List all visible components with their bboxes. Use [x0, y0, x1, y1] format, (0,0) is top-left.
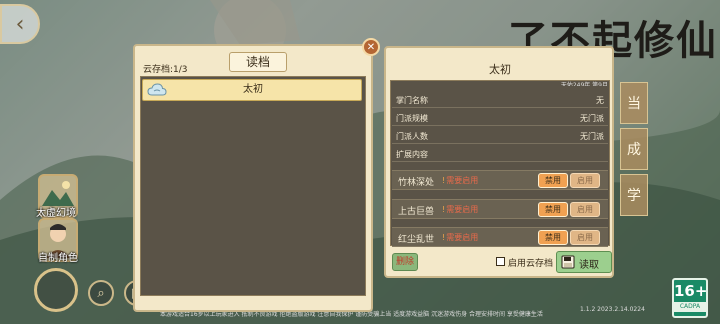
- save-slot[interactable]: 太初: [142, 79, 362, 101]
- info-key: 门派人数: [396, 132, 428, 141]
- extension-warning: !需要启用: [442, 204, 478, 215]
- tab-right-2[interactable]: 成: [620, 128, 648, 170]
- info-row-members: 门派人数 无门派: [392, 128, 608, 144]
- delete-button[interactable]: 删除: [392, 253, 418, 271]
- close-button[interactable]: ✕: [362, 38, 380, 56]
- info-row-leader: 掌门名称 无: [392, 92, 608, 108]
- extension-name: 竹林深处: [398, 178, 435, 188]
- cloud-save-checkbox[interactable]: [496, 257, 505, 266]
- tab-right-3[interactable]: 学: [620, 174, 648, 216]
- tab-right-1[interactable]: 当: [620, 82, 648, 124]
- warning-icon: !: [442, 233, 446, 242]
- load-button[interactable]: 读取: [556, 251, 612, 273]
- info-value: 无门派: [580, 132, 604, 141]
- info-row-scale: 门派规模 无门派: [392, 110, 608, 126]
- extension-row: 竹林深处 !需要启用 禁用 启用: [392, 170, 608, 190]
- load-button-label: 读取: [579, 260, 599, 271]
- cloud-save-count: 云存档:1/3: [143, 65, 188, 75]
- back-button[interactable]: ‹: [0, 4, 40, 44]
- save-slot-name: 太初: [243, 84, 263, 95]
- age-rating-badge: 16+ CADPA: [672, 278, 708, 318]
- info-value: 无: [596, 96, 604, 105]
- cloud-save-label: 启用云存档: [508, 259, 554, 269]
- warning-icon: !: [442, 205, 446, 214]
- disable-button[interactable]: 禁用: [538, 173, 568, 188]
- extension-row: 红尘乱世 !需要启用 禁用 启用: [392, 227, 608, 247]
- dialog-title: 读档: [229, 52, 287, 72]
- extension-warning: !需要启用: [442, 175, 478, 186]
- enable-button[interactable]: 启用: [570, 202, 600, 217]
- extension-row: 上古巨兽 !需要启用 禁用 启用: [392, 199, 608, 219]
- avatar[interactable]: [34, 268, 78, 312]
- chevron-left-icon: ‹: [15, 11, 25, 37]
- info-row-extensions: 扩展内容: [392, 146, 608, 162]
- disable-button[interactable]: 禁用: [538, 202, 568, 217]
- enable-button[interactable]: 启用: [570, 230, 600, 245]
- detail-cropped-row: 天佑249年 第9月: [560, 82, 608, 86]
- detail-title: 太初: [489, 63, 511, 76]
- extension-name: 红尘乱世: [398, 235, 435, 245]
- age-rating: 16+: [674, 282, 708, 300]
- extension-name: 上古巨兽: [398, 207, 435, 217]
- info-value: 无门派: [580, 114, 604, 123]
- extension-warning-text: 需要启用: [446, 205, 479, 214]
- warning-icon: !: [442, 176, 446, 185]
- extension-warning-text: 需要启用: [446, 233, 479, 242]
- info-key: 掌门名称: [396, 96, 428, 105]
- enable-button[interactable]: 启用: [570, 173, 600, 188]
- info-key: 扩展内容: [396, 150, 428, 159]
- age-rating-text: CADPA: [674, 302, 706, 312]
- close-icon: ✕: [366, 41, 376, 53]
- extension-warning: !需要启用: [442, 232, 478, 243]
- save-list: [140, 76, 366, 296]
- custom-character-label: 自制角色: [38, 253, 78, 264]
- taixu-realm-label: 太虚幻境: [36, 208, 76, 219]
- extension-warning-text: 需要启用: [446, 176, 479, 185]
- disable-button[interactable]: 禁用: [538, 230, 568, 245]
- info-key: 门派规模: [396, 114, 428, 123]
- search-icon[interactable]: ⌕: [88, 280, 114, 306]
- version-text: 1.1.2 2023.2.14.0224: [580, 306, 645, 313]
- save-file-icon: [561, 255, 575, 269]
